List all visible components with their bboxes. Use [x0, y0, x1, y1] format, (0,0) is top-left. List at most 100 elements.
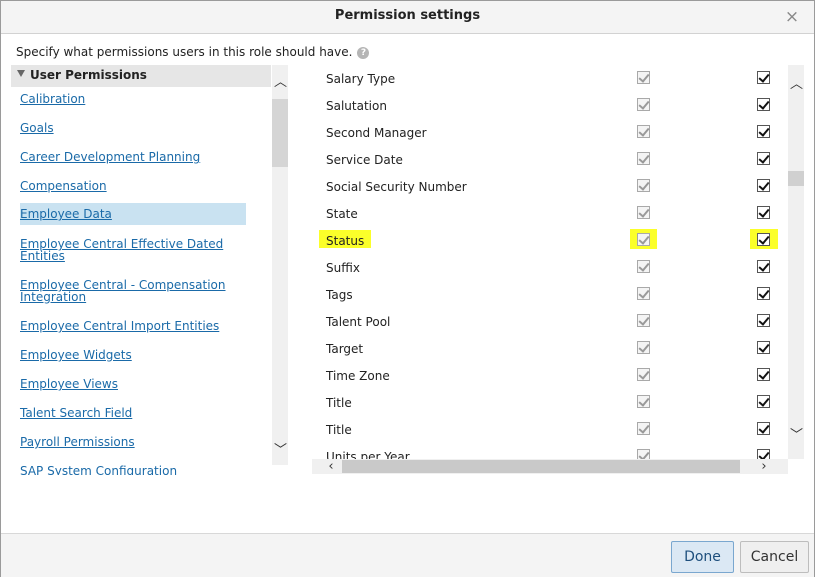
field-name: Tags [326, 288, 353, 302]
field-permission-row: Target [312, 335, 788, 362]
category-link[interactable]: Employee Data [20, 203, 246, 225]
view-permission-checkbox [637, 422, 650, 435]
view-permission-checkbox [637, 341, 650, 354]
instruction-label: Specify what permissions users in this r… [16, 45, 353, 59]
done-button[interactable]: Done [671, 541, 734, 573]
view-permission-checkbox [637, 206, 650, 219]
edit-permission-checkbox[interactable] [757, 422, 770, 435]
field-permission-row: Units per Year [312, 443, 788, 459]
category-list-scrollbar[interactable]: ︿ ﹀ [272, 65, 288, 465]
help-icon[interactable]: ? [357, 46, 370, 59]
user-permissions-label: User Permissions [30, 68, 147, 82]
dialog-footer: Done Cancel [1, 533, 814, 577]
scroll-left-icon[interactable]: ‹ [325, 459, 337, 474]
view-permission-checkbox [637, 152, 650, 165]
category-link[interactable]: Employee Central Import Entities [20, 320, 246, 332]
category-link[interactable]: Employee Central - Compensation Integrat… [20, 279, 246, 303]
field-name: Target [326, 342, 364, 356]
category-link[interactable]: Payroll Permissions [20, 436, 246, 448]
scroll-down-icon[interactable]: ﹀ [790, 429, 803, 442]
view-permission-checkbox [637, 395, 650, 408]
dialog-title: Permission settings [334, 8, 481, 23]
view-permission-checkbox [637, 125, 650, 138]
edit-permission-checkbox[interactable] [757, 98, 770, 111]
edit-permission-checkbox[interactable] [757, 206, 770, 219]
field-permission-row: Service Date [312, 146, 788, 173]
category-link[interactable]: Employee Central Effective Dated Entitie… [20, 238, 246, 262]
view-permission-checkbox [637, 287, 650, 300]
field-permission-row: Title [312, 416, 788, 443]
instruction-text: Specify what permissions users in this r… [16, 45, 370, 59]
field-permissions-panel: Salary Type Salutation Second Manager Servi… [312, 65, 788, 459]
category-link[interactable]: Talent Search Field [20, 407, 246, 419]
scroll-down-icon[interactable]: ﹀ [274, 444, 287, 457]
field-name: Second Manager [326, 126, 427, 140]
scrollbar-thumb[interactable] [272, 99, 288, 167]
edit-permission-checkbox[interactable] [757, 179, 770, 192]
view-permission-checkbox [637, 98, 650, 111]
field-name: Salary Type [326, 72, 396, 86]
field-name: Title [326, 396, 352, 410]
scrollbar-thumb[interactable] [342, 460, 740, 473]
scrollbar-thumb[interactable] [788, 171, 804, 186]
category-link[interactable]: Calibration [20, 93, 246, 105]
edit-permission-checkbox[interactable] [757, 395, 770, 408]
field-permission-row: Tags [312, 281, 788, 308]
field-name: Units per Year [326, 450, 410, 459]
edit-permission-checkbox[interactable] [757, 449, 770, 459]
field-name: Service Date [326, 153, 403, 167]
scroll-up-icon[interactable]: ︿ [274, 76, 287, 89]
edit-permission-checkbox[interactable] [757, 368, 770, 381]
field-list-scrollbar[interactable]: ︿ ﹀ [788, 65, 804, 459]
view-permission-checkbox [637, 179, 650, 192]
category-link[interactable]: SAP System Configuration [20, 465, 246, 475]
user-permissions-header[interactable]: User Permissions [11, 65, 271, 87]
scroll-right-icon[interactable]: › [758, 459, 770, 474]
view-permission-checkbox [637, 314, 650, 327]
close-icon[interactable]: × [784, 9, 800, 26]
cancel-button[interactable]: Cancel [740, 541, 809, 573]
field-permission-row: Status [312, 227, 788, 254]
field-list-horizontal-scrollbar[interactable]: ‹ › [312, 459, 788, 474]
edit-permission-checkbox[interactable] [757, 125, 770, 138]
edit-permission-checkbox[interactable] [757, 152, 770, 165]
field-permission-row: Second Manager [312, 119, 788, 146]
field-permission-row: Title [312, 389, 788, 416]
field-name: Title [326, 423, 352, 437]
edit-permission-checkbox[interactable] [757, 341, 770, 354]
category-link[interactable]: Career Development Planning [20, 151, 246, 163]
scroll-up-icon[interactable]: ︿ [790, 78, 803, 91]
category-link[interactable]: Compensation [20, 180, 246, 192]
field-permission-row: Salary Type [312, 65, 788, 92]
view-permission-checkbox [637, 233, 650, 246]
category-link[interactable]: Goals [20, 122, 246, 134]
edit-permission-checkbox[interactable] [757, 287, 770, 300]
view-permission-checkbox [637, 449, 650, 459]
field-name: State [326, 207, 358, 221]
field-permission-row: Suffix [312, 254, 788, 281]
field-name: Social Security Number [326, 180, 467, 194]
caret-down-icon [17, 70, 25, 77]
field-permission-row: Salutation [312, 92, 788, 119]
field-permission-row: Social Security Number [312, 173, 788, 200]
dialog-titlebar: Permission settings × [1, 1, 814, 34]
category-link[interactable]: Employee Views [20, 378, 246, 390]
view-permission-checkbox [637, 260, 650, 273]
field-permission-row: Time Zone [312, 362, 788, 389]
permission-category-panel: User Permissions Calibration Goals Career … [11, 65, 289, 475]
field-permission-row: State [312, 200, 788, 227]
field-permission-row: Talent Pool [312, 308, 788, 335]
view-permission-checkbox [637, 368, 650, 381]
field-name: Status [326, 234, 365, 248]
field-name: Salutation [326, 99, 387, 113]
edit-permission-checkbox[interactable] [757, 233, 770, 246]
edit-permission-checkbox[interactable] [757, 260, 770, 273]
edit-permission-checkbox[interactable] [757, 314, 770, 327]
permission-settings-dialog: Permission settings × Specify what permi… [0, 0, 815, 577]
field-name: Talent Pool [326, 315, 391, 329]
field-name: Time Zone [326, 369, 390, 383]
edit-permission-checkbox[interactable] [757, 71, 770, 84]
field-name: Suffix [326, 261, 360, 275]
view-permission-checkbox [637, 71, 650, 84]
category-link[interactable]: Employee Widgets [20, 349, 246, 361]
